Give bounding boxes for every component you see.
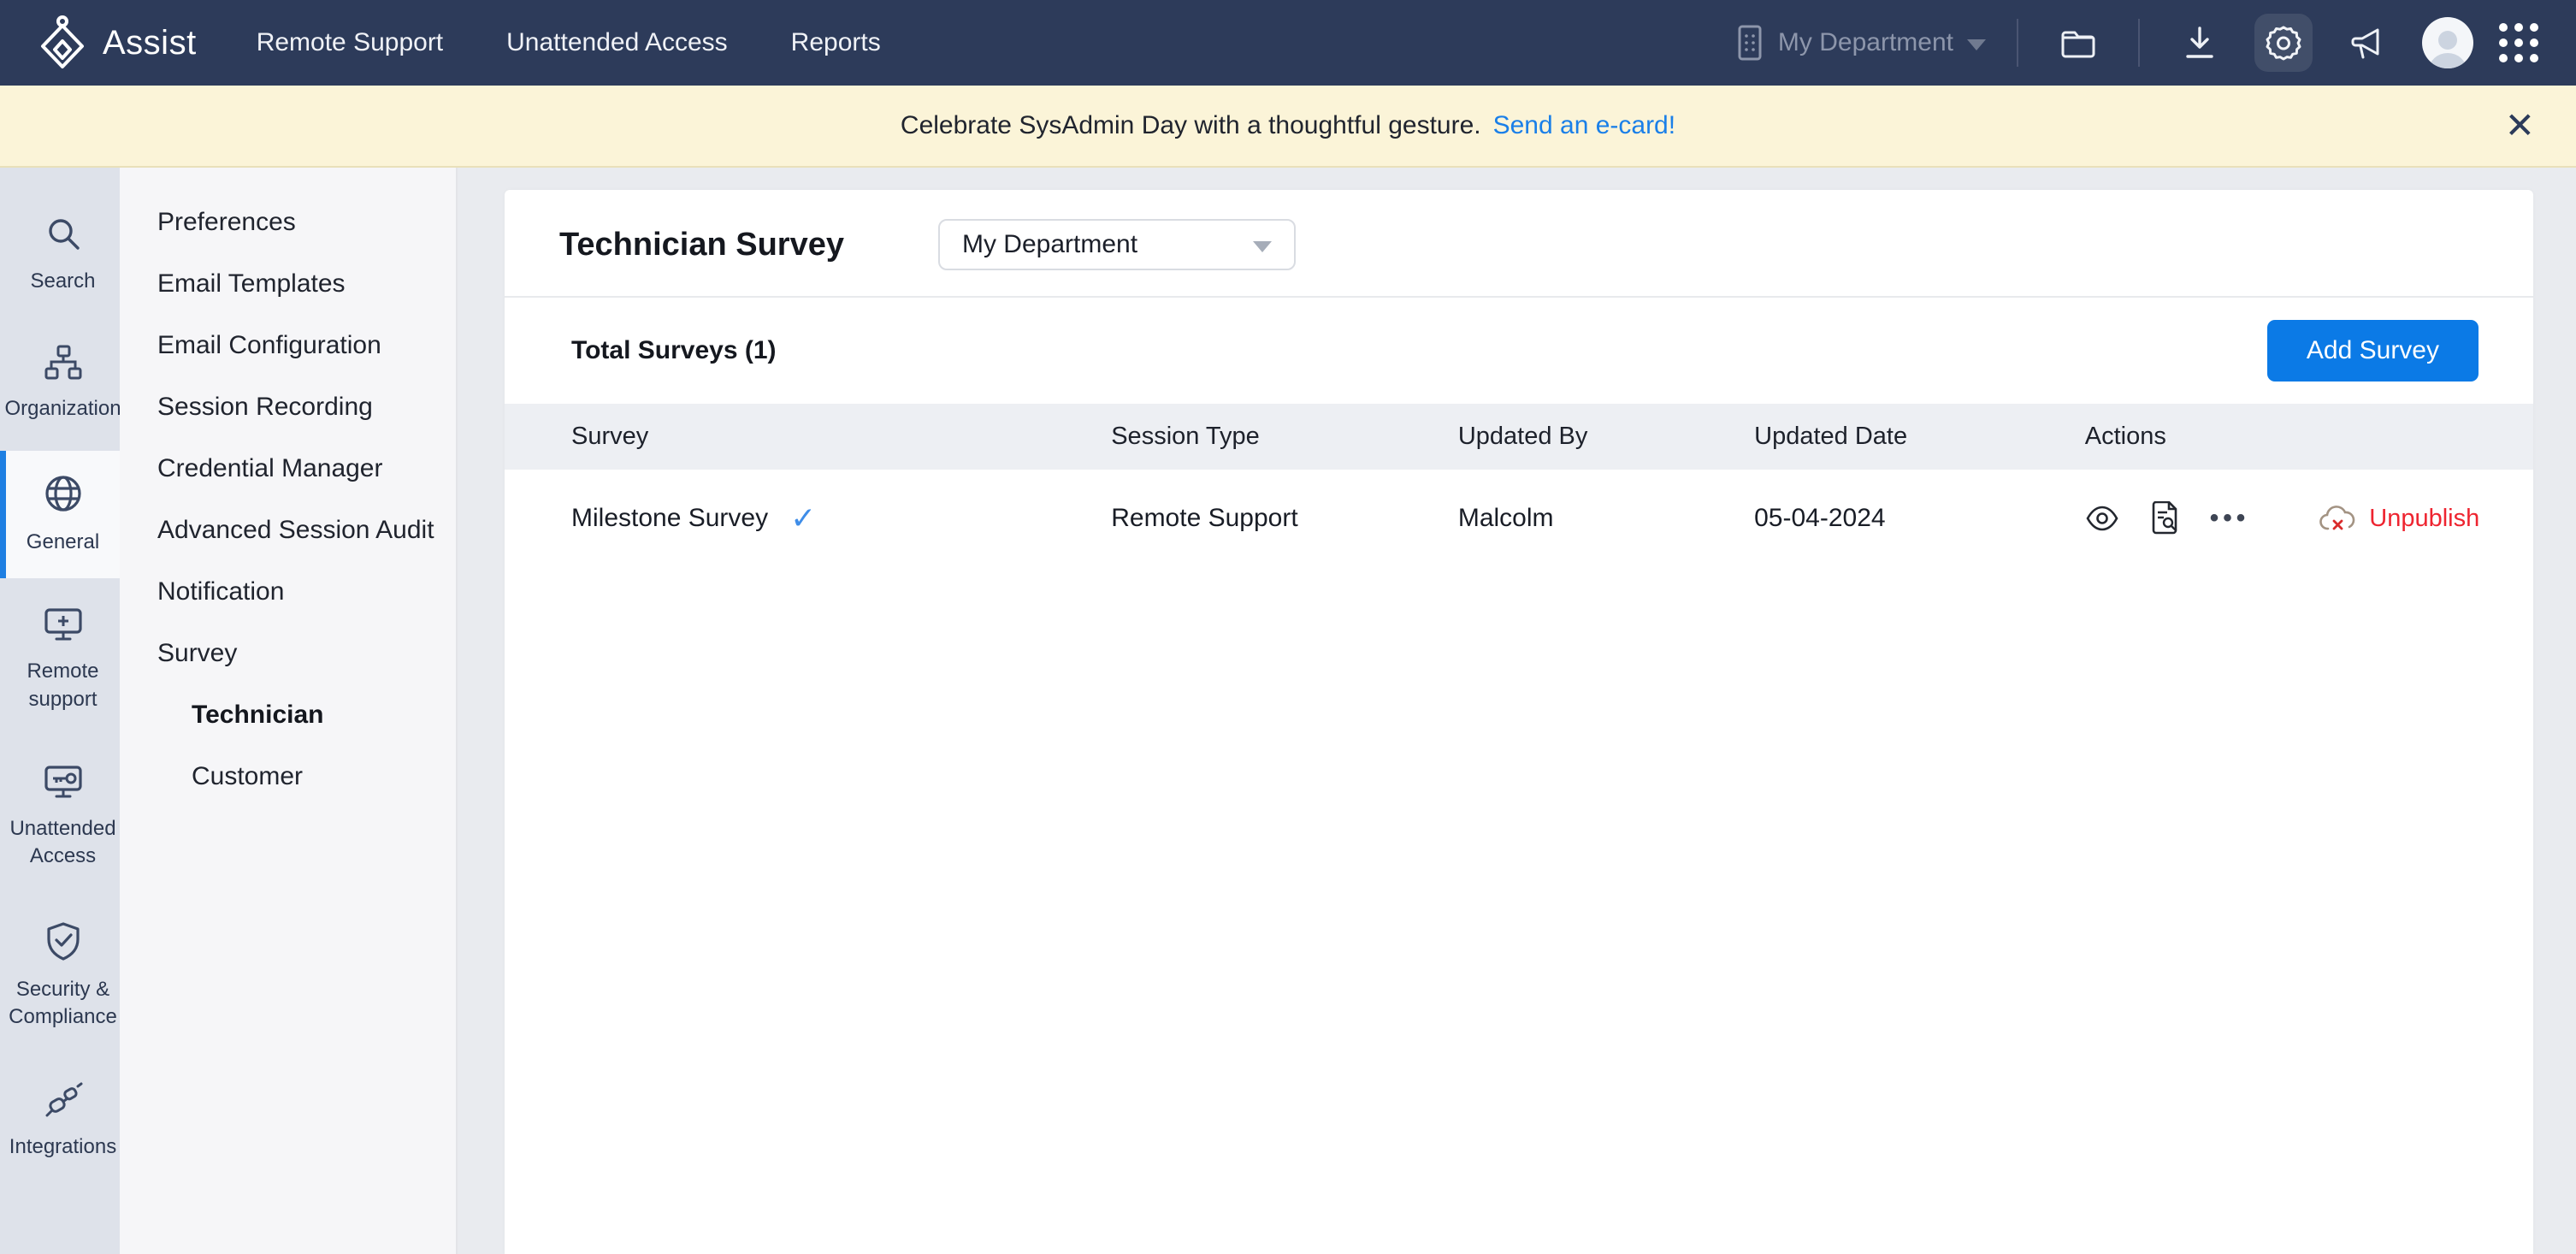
- rail-item-unattended-access[interactable]: Unattended Access: [0, 741, 120, 893]
- menu-item-advanced-session-audit[interactable]: Advanced Session Audit: [120, 500, 456, 561]
- department-selector[interactable]: My Department: [1735, 24, 1986, 62]
- more-options-icon[interactable]: •••: [2210, 504, 2250, 533]
- unpublish-button[interactable]: Unpublish: [2318, 503, 2479, 534]
- settings-menu: Preferences Email Templates Email Config…: [120, 168, 458, 1254]
- icon-rail: Search Organization General: [0, 168, 120, 1254]
- divider: [2017, 19, 2018, 67]
- rail-item-label: Unattended Access: [9, 815, 115, 871]
- assist-logo-icon: [38, 15, 87, 70]
- rail-item-remote-support[interactable]: Remote support: [0, 583, 120, 736]
- banner-message: Celebrate SysAdmin Day with a thoughtful…: [901, 111, 1481, 140]
- rail-item-label: Remote support: [11, 658, 115, 713]
- rail-item-label: Integrations: [9, 1133, 116, 1161]
- search-icon: [44, 214, 83, 257]
- surveys-table: Survey Session Type Updated By Updated D…: [505, 404, 2533, 560]
- top-navbar: Assist Remote Support Unattended Access …: [0, 0, 2576, 86]
- main-content: Technician Survey My Department Total Su…: [458, 168, 2576, 1254]
- department-dropdown-value: My Department: [962, 230, 1137, 259]
- monitor-plus-icon: [42, 606, 85, 648]
- brand-name: Assist: [103, 24, 197, 62]
- cloud-x-icon: [2318, 503, 2359, 534]
- column-updated-by: Updated By: [1458, 404, 1754, 470]
- card-header: Technician Survey My Department: [505, 190, 2533, 298]
- menu-item-notification[interactable]: Notification: [120, 561, 456, 623]
- actions-cell: ••• Unpublish: [2085, 501, 2533, 535]
- column-session-type: Session Type: [1111, 404, 1458, 470]
- rail-item-organization[interactable]: Organization: [0, 322, 120, 445]
- menu-item-technician[interactable]: Technician: [120, 684, 456, 746]
- rail-item-label: Security & Compliance: [9, 976, 117, 1032]
- eye-icon[interactable]: [2085, 506, 2119, 531]
- menu-item-survey[interactable]: Survey: [120, 623, 456, 684]
- nav-remote-support[interactable]: Remote Support: [257, 28, 443, 57]
- updated-date-cell: 05-04-2024: [1754, 470, 2085, 560]
- department-value: My Department: [1778, 28, 1953, 57]
- topnav-links: Remote Support Unattended Access Reports: [257, 28, 881, 57]
- menu-item-preferences[interactable]: Preferences: [120, 192, 456, 253]
- column-survey: Survey: [505, 404, 1111, 470]
- menu-item-session-recording[interactable]: Session Recording: [120, 376, 456, 438]
- banner-link[interactable]: Send an e-card!: [1493, 111, 1675, 140]
- rail-item-integrations[interactable]: Integrations: [0, 1059, 120, 1183]
- app-logo[interactable]: Assist: [38, 15, 197, 70]
- chevron-down-icon: [1967, 39, 1986, 50]
- topnav-right: My Department: [1735, 14, 2538, 72]
- add-survey-button[interactable]: Add Survey: [2267, 320, 2479, 382]
- rail-item-general[interactable]: General: [0, 451, 120, 578]
- rail-item-search[interactable]: Search: [0, 192, 120, 317]
- apps-grid-icon[interactable]: [2499, 23, 2538, 62]
- settings-gear-icon[interactable]: [2254, 14, 2313, 72]
- table-row: Milestone Survey ✓ Remote Support Malcol…: [505, 470, 2533, 560]
- survey-card: Technician Survey My Department Total Su…: [505, 190, 2533, 1254]
- plug-icon: [42, 1081, 85, 1123]
- report-doc-icon[interactable]: [2150, 501, 2179, 535]
- unpublish-label: Unpublish: [2369, 505, 2479, 533]
- published-check-icon: ✓: [790, 500, 816, 536]
- rail-item-label: Organization: [4, 395, 121, 423]
- menu-item-email-configuration[interactable]: Email Configuration: [120, 315, 456, 376]
- org-chart-icon: [43, 345, 84, 385]
- globe-icon: [43, 473, 84, 518]
- survey-name-cell[interactable]: Milestone Survey: [571, 504, 768, 533]
- nav-reports[interactable]: Reports: [791, 28, 881, 57]
- folder-icon[interactable]: [2049, 14, 2107, 72]
- announcement-icon[interactable]: [2338, 14, 2396, 72]
- monitor-key-icon: [42, 763, 85, 805]
- rail-item-label: General: [27, 529, 99, 556]
- updated-by-cell: Malcolm: [1458, 470, 1754, 560]
- table-header-row: Survey Session Type Updated By Updated D…: [505, 404, 2533, 470]
- column-actions: Actions: [2085, 404, 2533, 470]
- promo-banner: Celebrate SysAdmin Day with a thoughtful…: [0, 86, 2576, 168]
- menu-item-customer[interactable]: Customer: [120, 746, 456, 807]
- chevron-down-icon: [1253, 241, 1272, 252]
- rail-item-label: Search: [30, 268, 95, 295]
- total-surveys-label: Total Surveys (1): [559, 336, 777, 365]
- divider: [2138, 19, 2140, 67]
- menu-item-credential-manager[interactable]: Credential Manager: [120, 438, 456, 500]
- department-dropdown[interactable]: My Department: [938, 219, 1296, 270]
- page-title: Technician Survey: [559, 227, 844, 263]
- shield-check-icon: [44, 920, 83, 966]
- rail-item-security-compliance[interactable]: Security & Compliance: [0, 898, 120, 1054]
- toolbar: Total Surveys (1) Add Survey: [505, 298, 2533, 404]
- menu-item-email-templates[interactable]: Email Templates: [120, 253, 456, 315]
- column-updated-date: Updated Date: [1754, 404, 2085, 470]
- avatar[interactable]: [2422, 17, 2473, 68]
- building-icon: [1735, 24, 1764, 62]
- download-icon[interactable]: [2171, 14, 2229, 72]
- nav-unattended-access[interactable]: Unattended Access: [506, 28, 728, 57]
- close-icon[interactable]: ✕: [2505, 108, 2535, 144]
- session-type-cell: Remote Support: [1111, 470, 1458, 560]
